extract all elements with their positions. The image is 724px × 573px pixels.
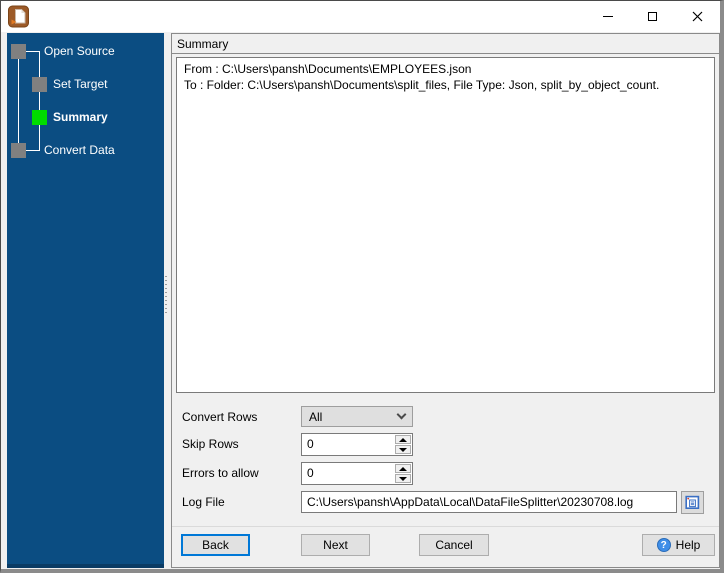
triangle-down-icon: [399, 447, 407, 452]
spinner-buttons: [395, 435, 411, 454]
skip-rows-label: Skip Rows: [182, 437, 239, 451]
log-file-view-button[interactable]: [681, 491, 704, 514]
errors-to-allow-value: 0: [307, 466, 314, 480]
summary-panel-header: Summary: [172, 34, 719, 54]
sidebar-splitter[interactable]: [164, 32, 171, 569]
errors-to-allow-label: Errors to allow: [182, 466, 259, 480]
maximize-button[interactable]: [630, 1, 675, 32]
help-button-label: Help: [675, 538, 701, 552]
sidebar-step-convert-data: Convert Data: [44, 143, 115, 157]
spinner-buttons: [395, 464, 411, 483]
log-file-icon: [685, 495, 700, 510]
triangle-up-icon: [399, 437, 407, 442]
tree-connector-line: [18, 59, 19, 143]
close-button[interactable]: [675, 1, 720, 32]
convert-rows-selected-value: All: [309, 409, 323, 424]
convert-rows-label: Convert Rows: [182, 410, 258, 424]
tree-connector-line: [26, 150, 40, 151]
sidebar-step-open-source: Open Source: [44, 44, 115, 58]
wizard-window: Open Source Set Target Summary Convert D…: [0, 0, 724, 573]
sidebar-step-set-target: Set Target: [53, 77, 108, 91]
button-bar-separator: [172, 526, 719, 527]
skip-rows-spinner[interactable]: 0: [301, 433, 413, 456]
titlebar: [1, 1, 720, 32]
triangle-down-icon: [399, 476, 407, 481]
step-square-convert-data: [11, 143, 26, 158]
step-square-set-target: [32, 77, 47, 92]
splitter-grip-icon: [165, 276, 167, 316]
back-button[interactable]: Back: [181, 534, 250, 556]
errors-to-allow-spinner[interactable]: 0: [301, 462, 413, 485]
next-button[interactable]: Next: [301, 534, 370, 556]
maximize-icon: [648, 12, 657, 21]
minimize-icon: [602, 16, 613, 17]
chevron-down-icon: [396, 409, 407, 420]
tree-connector-line: [39, 52, 40, 151]
step-square-summary-current: [32, 110, 47, 125]
spin-down-button[interactable]: [395, 474, 411, 483]
close-icon: [692, 11, 703, 22]
main-panel: Summary From : C:\Users\pansh\Documents\…: [171, 33, 720, 568]
help-button[interactable]: ? Help: [642, 534, 715, 556]
summary-text-box[interactable]: From : C:\Users\pansh\Documents\EMPLOYEE…: [176, 57, 715, 393]
dialog-content: Open Source Set Target Summary Convert D…: [1, 32, 720, 569]
caption-buttons: [585, 1, 720, 32]
triangle-up-icon: [399, 466, 407, 471]
wizard-steps-sidebar: Open Source Set Target Summary Convert D…: [7, 33, 164, 568]
log-file-input[interactable]: [301, 491, 677, 513]
summary-line-to: To : Folder: C:\Users\pansh\Documents\sp…: [184, 78, 660, 92]
minimize-button[interactable]: [585, 1, 630, 32]
spin-down-button[interactable]: [395, 445, 411, 454]
spin-up-button[interactable]: [395, 464, 411, 473]
tree-connector-line: [26, 51, 40, 52]
app-icon: [8, 5, 29, 28]
summary-line-from: From : C:\Users\pansh\Documents\EMPLOYEE…: [184, 62, 472, 76]
cancel-button[interactable]: Cancel: [419, 534, 489, 556]
sidebar-step-summary: Summary: [53, 110, 108, 124]
spin-up-button[interactable]: [395, 435, 411, 444]
log-file-label: Log File: [182, 495, 225, 509]
step-square-open-source: [11, 44, 26, 59]
convert-rows-select[interactable]: All: [301, 406, 413, 427]
help-question-icon: ?: [656, 538, 671, 552]
skip-rows-value: 0: [307, 437, 314, 451]
